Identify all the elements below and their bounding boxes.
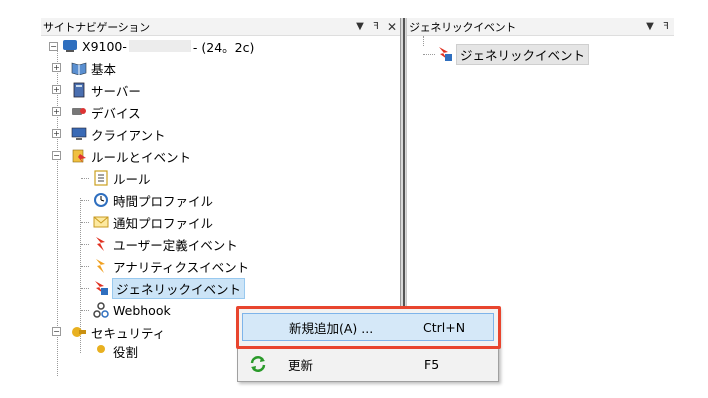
analytics-event-icon bbox=[93, 258, 109, 274]
dropdown-icon[interactable]: ▼ bbox=[352, 21, 368, 32]
tree-node-generic-events[interactable]: ジェネリックイベント bbox=[93, 277, 246, 299]
collapse-toggle[interactable]: − bbox=[52, 327, 61, 336]
clock-icon bbox=[93, 192, 109, 208]
tree-node-servers[interactable]: + サーバー bbox=[52, 80, 141, 100]
security-icon bbox=[71, 324, 87, 340]
generic-event-icon bbox=[93, 280, 109, 296]
root-label-prefix: X9100- bbox=[82, 38, 127, 54]
generic-events-title: ジェネリックイベント bbox=[409, 20, 516, 34]
site-navigation-title: サイトナビゲーション bbox=[43, 20, 150, 34]
tree-node-label: セキュリティ bbox=[91, 325, 166, 341]
refresh-menu-item[interactable]: 更新 F5 bbox=[242, 350, 494, 378]
server-icon bbox=[71, 82, 87, 98]
tree-node-rules-events[interactable]: − ルールとイベント bbox=[52, 146, 192, 166]
tree-node-time-profiles[interactable]: 時間プロファイル bbox=[93, 190, 213, 210]
context-menu: 新規追加(A) ... Ctrl+N 更新 F5 bbox=[237, 307, 499, 382]
rules-icon bbox=[71, 148, 87, 164]
tree-node-security[interactable]: − セキュリティ bbox=[52, 322, 166, 342]
tree-node-label: 時間プロファイル bbox=[113, 193, 214, 209]
tree-node-roles[interactable]: 役割 bbox=[93, 344, 138, 358]
tree-line bbox=[81, 178, 89, 179]
collapse-toggle[interactable]: − bbox=[49, 41, 58, 51]
expand-toggle[interactable]: + bbox=[52, 85, 61, 94]
tree-node-label: 通知プロファイル bbox=[113, 215, 214, 231]
tree-line bbox=[423, 54, 435, 55]
tree-node-label: アナリティクスイベント bbox=[113, 259, 250, 275]
refresh-icon bbox=[242, 355, 274, 373]
tree-node-basic[interactable]: + 基本 bbox=[52, 58, 117, 78]
user-event-icon bbox=[93, 236, 109, 252]
tree-line bbox=[81, 288, 89, 289]
tree-node-root[interactable]: − X9100- - (24。2c) bbox=[49, 36, 254, 56]
pin-icon[interactable]: ꟻ bbox=[368, 21, 384, 32]
expand-toggle[interactable]: + bbox=[52, 107, 61, 116]
envelope-icon bbox=[93, 214, 109, 230]
generic-events-titlebar: ジェネリックイベント ▼ ꟻ bbox=[407, 18, 674, 36]
role-icon bbox=[93, 344, 109, 358]
generic-event-item[interactable]: ジェネリックイベント bbox=[437, 43, 590, 65]
generic-event-icon bbox=[437, 46, 453, 62]
tree-node-webhook[interactable]: Webhook bbox=[93, 300, 171, 320]
expand-toggle[interactable]: + bbox=[52, 129, 61, 138]
tree-node-user-defined-events[interactable]: ユーザー定義イベント bbox=[93, 234, 238, 254]
add-new-label: 新規追加(A) ... bbox=[289, 320, 374, 336]
tree-line bbox=[81, 222, 89, 223]
collapse-toggle[interactable]: − bbox=[52, 151, 61, 160]
tree-node-label: 基本 bbox=[91, 61, 117, 77]
tree-node-label: デバイス bbox=[91, 105, 141, 121]
camera-icon bbox=[71, 104, 87, 120]
tree-line bbox=[81, 200, 89, 201]
tree-node-label: 役割 bbox=[113, 344, 139, 359]
redacted-text bbox=[128, 40, 191, 52]
generic-event-item-label: ジェネリックイベント bbox=[455, 43, 590, 65]
monitor-icon bbox=[71, 126, 87, 142]
book-icon bbox=[71, 60, 87, 76]
root-label-suffix: - (24。2c) bbox=[192, 39, 255, 55]
tree-line bbox=[81, 266, 89, 267]
tree-node-label: ルール bbox=[113, 171, 151, 187]
dropdown-icon[interactable]: ▼ bbox=[642, 21, 658, 32]
tree-node-label: クライアント bbox=[91, 127, 166, 143]
tree-node-clients[interactable]: + クライアント bbox=[52, 124, 166, 144]
rule-doc-icon bbox=[93, 170, 109, 186]
site-navigation-titlebar: サイトナビゲーション ▼ ꟻ ✕ bbox=[41, 18, 400, 36]
tree-node-label: Webhook bbox=[113, 302, 171, 318]
tree-line bbox=[423, 36, 424, 46]
tree-line bbox=[81, 244, 89, 245]
refresh-label: 更新 bbox=[288, 357, 314, 373]
tree-node-label: ジェネリックイベント bbox=[111, 277, 246, 299]
tree-node-rules[interactable]: ルール bbox=[93, 168, 151, 188]
tree-node-label: サーバー bbox=[91, 83, 141, 99]
tree-node-label: ルールとイベント bbox=[91, 149, 192, 165]
webhook-icon bbox=[93, 302, 109, 318]
close-icon[interactable]: ✕ bbox=[384, 20, 400, 34]
tree-node-analytics-events[interactable]: アナリティクスイベント bbox=[93, 256, 249, 276]
expand-toggle[interactable]: + bbox=[52, 63, 61, 72]
add-new-menu-item[interactable]: 新規追加(A) ... Ctrl+N bbox=[242, 313, 494, 341]
tree-node-label: ユーザー定義イベント bbox=[113, 237, 238, 253]
add-new-shortcut: Ctrl+N bbox=[423, 319, 466, 335]
tree-node-devices[interactable]: + デバイス bbox=[52, 102, 141, 122]
tree-node-notification-profiles[interactable]: 通知プロファイル bbox=[93, 212, 213, 232]
refresh-shortcut: F5 bbox=[424, 356, 440, 372]
pin-icon[interactable]: ꟻ bbox=[658, 21, 674, 32]
server-site-icon bbox=[62, 38, 78, 54]
tree-line bbox=[81, 310, 89, 311]
